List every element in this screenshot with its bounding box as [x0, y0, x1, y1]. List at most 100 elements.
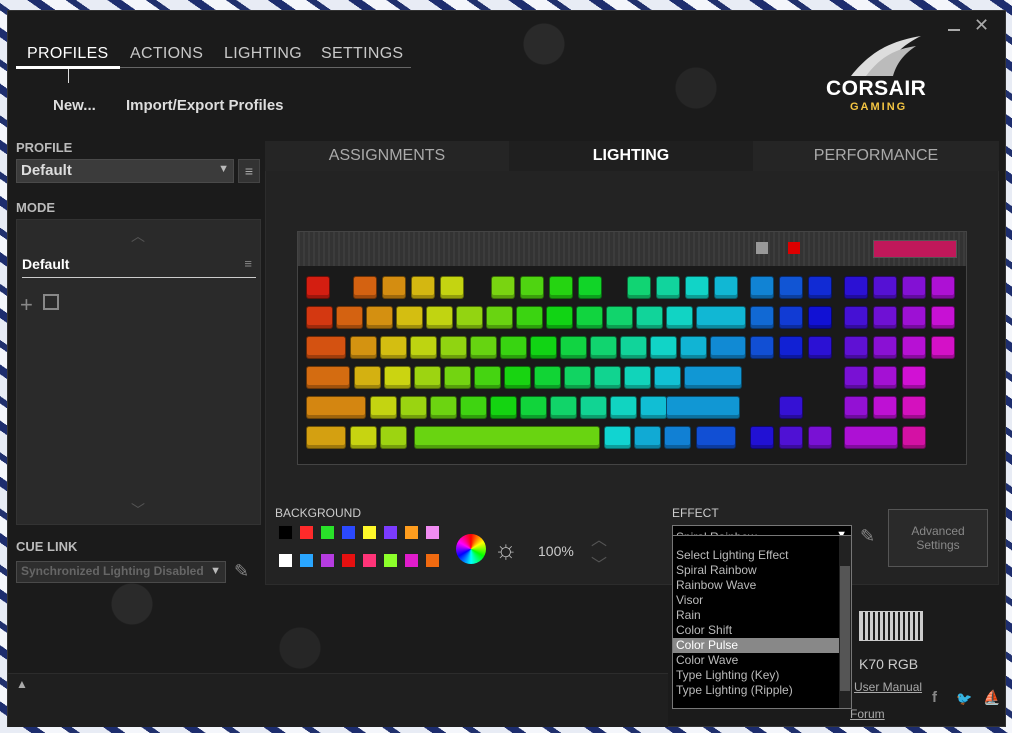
- color-swatch[interactable]: [425, 553, 440, 568]
- brightness-down-icon[interactable]: ﹀: [591, 551, 607, 575]
- forum-link[interactable]: Forum: [850, 707, 885, 721]
- footer-bar: [8, 673, 668, 727]
- facebook-icon[interactable]: f: [932, 689, 937, 706]
- keyboard-key: [714, 276, 738, 299]
- keyboard-key: [844, 426, 898, 449]
- keyboard-key: [550, 396, 577, 419]
- effect-option[interactable]: Color Shift: [673, 623, 851, 638]
- import-export-link[interactable]: Import/Export Profiles: [126, 97, 284, 114]
- effect-option[interactable]: Rainbow Wave: [673, 578, 851, 593]
- chevron-down-icon: ▼: [218, 163, 229, 175]
- import-mode-icon[interactable]: [43, 294, 59, 310]
- color-swatch[interactable]: [425, 525, 440, 540]
- keyboard-key: [636, 306, 663, 329]
- keyboard-key: [902, 306, 926, 329]
- color-swatch[interactable]: [320, 553, 335, 568]
- keyboard-key: [902, 366, 926, 389]
- keyboard-key: [336, 306, 363, 329]
- edit-icon[interactable]: ✎: [234, 561, 249, 582]
- color-swatch[interactable]: [362, 553, 377, 568]
- color-swatch[interactable]: [299, 553, 314, 568]
- nav-tab-lighting[interactable]: LIGHTING: [224, 45, 302, 63]
- scroll-down-icon[interactable]: ﹀: [131, 500, 145, 520]
- keyboard-key: [902, 426, 926, 449]
- color-swatch[interactable]: [362, 525, 377, 540]
- tab-performance[interactable]: PERFORMANCE: [753, 141, 999, 171]
- keyboard-key: [696, 426, 736, 449]
- color-swatch[interactable]: [341, 553, 356, 568]
- profile-select[interactable]: Default ▼: [16, 159, 234, 183]
- keyboard-key: [604, 426, 631, 449]
- color-swatch[interactable]: [299, 525, 314, 540]
- effect-label: EFFECT: [672, 506, 719, 520]
- keyboard-key: [680, 336, 707, 359]
- color-swatch[interactable]: [383, 525, 398, 540]
- scrollbar-thumb[interactable]: [840, 566, 850, 691]
- tab-assignments[interactable]: ASSIGNMENTS: [265, 141, 509, 171]
- color-swatch[interactable]: [278, 525, 293, 540]
- color-wheel-icon[interactable]: [456, 534, 486, 564]
- edit-effect-icon[interactable]: ✎: [860, 526, 875, 547]
- scroll-up-icon[interactable]: ︿: [131, 226, 145, 246]
- keyboard-key: [549, 276, 573, 299]
- nav-tab-actions[interactable]: ACTIONS: [130, 45, 203, 63]
- keyboard-key: [306, 366, 350, 389]
- nav-tab-settings[interactable]: SETTINGS: [321, 45, 403, 63]
- keyboard-key: [873, 336, 897, 359]
- keyboard-key: [306, 306, 333, 329]
- device-name: K70 RGB: [859, 656, 919, 672]
- color-swatch[interactable]: [341, 525, 356, 540]
- cue-link-select[interactable]: Synchronized Lighting Disabled ▼: [16, 561, 226, 583]
- keyboard-key: [580, 396, 607, 419]
- keyboard-device-icon[interactable]: [859, 611, 923, 641]
- brightness-icon: ☼: [494, 534, 518, 564]
- keyboard-key: [490, 396, 517, 419]
- effect-option[interactable]: Color Wave: [673, 653, 851, 668]
- effect-options: Select Lighting Effect Spiral Rainbow Rain…: [673, 536, 851, 698]
- keyboard-key: [873, 306, 897, 329]
- expand-up-icon[interactable]: ▲: [16, 677, 28, 691]
- effect-option[interactable]: Select Lighting Effect: [673, 548, 851, 563]
- menu-icon[interactable]: ≡: [244, 256, 252, 271]
- advanced-settings-button[interactable]: Advanced Settings: [888, 509, 988, 567]
- mode-label: MODE: [16, 200, 55, 215]
- corsair-sail-icon[interactable]: ⛵: [983, 689, 1000, 706]
- mode-item[interactable]: Default ≡: [22, 256, 256, 278]
- color-swatch[interactable]: [404, 553, 419, 568]
- tab-lighting[interactable]: LIGHTING: [509, 141, 753, 171]
- keyboard-key: [902, 276, 926, 299]
- add-mode-icon[interactable]: +: [20, 292, 33, 318]
- effect-option[interactable]: Spiral Rainbow: [673, 563, 851, 578]
- keyboard-key: [750, 306, 774, 329]
- effect-option[interactable]: Type Lighting (Key): [673, 668, 851, 683]
- keyboard-key: [873, 276, 897, 299]
- color-swatch[interactable]: [320, 525, 335, 540]
- close-icon[interactable]: ✕: [974, 15, 989, 36]
- profile-value: Default: [21, 162, 72, 179]
- new-profile-link[interactable]: New...: [53, 97, 96, 114]
- keyboard-key: [808, 276, 832, 299]
- keyboard-key: [560, 336, 587, 359]
- color-swatch[interactable]: [278, 553, 293, 568]
- twitter-icon[interactable]: 🐦: [956, 691, 972, 707]
- keyboard-key: [779, 426, 803, 449]
- keyboard-key: [750, 426, 774, 449]
- nav-tab-profiles[interactable]: PROFILES: [27, 45, 109, 63]
- hex-pattern: [468, 11, 848, 121]
- minimize-icon[interactable]: [948, 19, 960, 31]
- effect-option[interactable]: Visor: [673, 593, 851, 608]
- keyboard-key: [634, 426, 661, 449]
- keyboard-key: [546, 306, 573, 329]
- color-swatch[interactable]: [404, 525, 419, 540]
- keyboard-key: [594, 366, 621, 389]
- brightness-up-icon[interactable]: ︿: [591, 526, 607, 550]
- keyboard-key: [902, 336, 926, 359]
- keyboard-key: [306, 276, 330, 299]
- profile-menu-button[interactable]: ≡: [238, 159, 260, 183]
- user-manual-link[interactable]: User Manual: [854, 680, 922, 694]
- effect-option[interactable]: Color Pulse: [673, 638, 851, 653]
- effect-option[interactable]: Type Lighting (Ripple): [673, 683, 851, 698]
- keyboard-key: [710, 336, 746, 359]
- color-swatch[interactable]: [383, 553, 398, 568]
- effect-option[interactable]: Rain: [673, 608, 851, 623]
